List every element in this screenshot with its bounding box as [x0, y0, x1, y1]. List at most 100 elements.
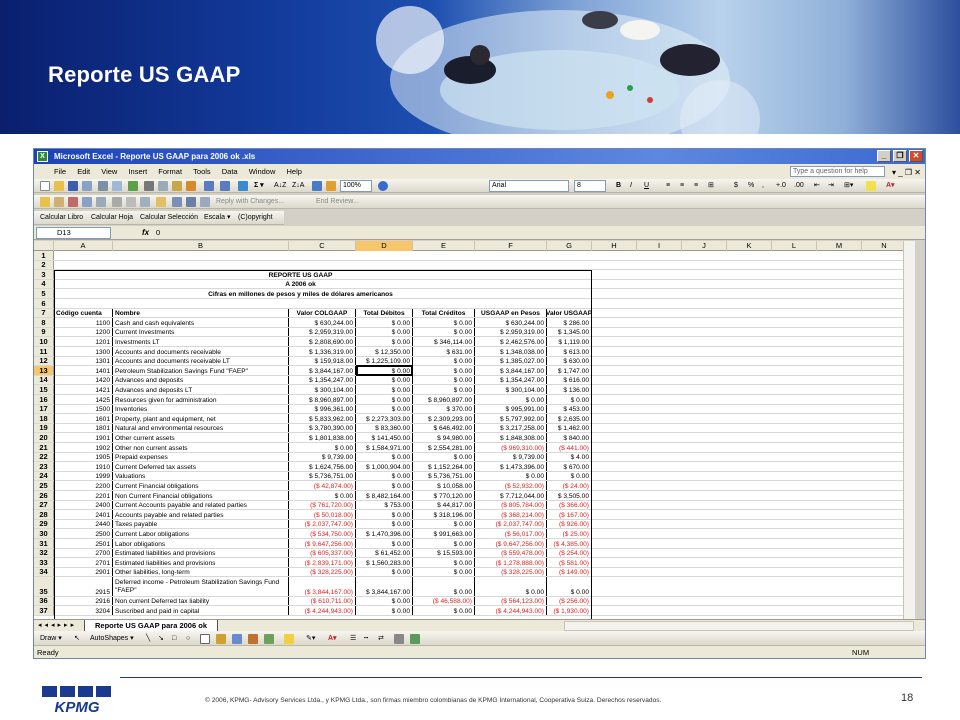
percent-button[interactable]: % [748, 179, 754, 193]
column-header[interactable]: M [817, 241, 862, 251]
table-cell[interactable]: 1801 [54, 423, 113, 433]
dash-style-icon[interactable]: ┅ [364, 631, 368, 646]
row-header[interactable]: 12 [34, 356, 54, 366]
spreadsheet-grid[interactable]: ABCDEFGHIJKLMN 1 2 3 REPORTE US GAAP 4 A 2006… [34, 241, 915, 619]
table-cell[interactable]: ($ 4,244,943.00) [475, 606, 547, 615]
italic-button[interactable]: I [630, 179, 632, 193]
column-header[interactable]: C [289, 241, 356, 251]
row-header[interactable]: 24 [34, 471, 54, 481]
table-cell[interactable]: Inventories [113, 404, 289, 414]
table-cell[interactable]: ($ 581.00) [547, 558, 592, 567]
menu-window[interactable]: Window [249, 164, 276, 179]
row-header[interactable]: 32 [34, 548, 54, 558]
review-icon[interactable] [200, 197, 210, 207]
table-cell[interactable]: 1425 [54, 395, 113, 404]
table-cell[interactable]: $ 1,624,756.00 [289, 462, 356, 471]
table-cell[interactable]: $ 9,739.00 [475, 452, 547, 462]
table-cell[interactable]: $ 1,000,904.00 [356, 462, 413, 471]
folder-icon[interactable] [40, 197, 50, 207]
table-cell[interactable]: $ 8,960,897.00 [289, 395, 356, 404]
name-box[interactable]: D13 [36, 227, 111, 239]
textbox-icon[interactable] [200, 634, 210, 644]
column-header[interactable]: G [547, 241, 592, 251]
table-cell[interactable]: $ 991,663.00 [413, 529, 475, 538]
table-cell[interactable]: Taxes payable [113, 519, 289, 529]
oval-icon[interactable]: ○ [186, 631, 190, 646]
chart-wizard-icon[interactable] [312, 181, 322, 191]
fill-color-icon[interactable] [866, 181, 876, 191]
track-icon[interactable] [68, 197, 78, 207]
table-cell[interactable]: $ 5,736,751.00 [289, 471, 356, 481]
comma-button[interactable]: , [762, 179, 764, 193]
table-cell[interactable]: $ 616.00 [547, 375, 592, 385]
table-cell[interactable]: $ 0.00 [356, 519, 413, 529]
row-header[interactable]: 23 [34, 462, 54, 471]
table-cell[interactable]: Investments LT [113, 337, 289, 346]
row-header[interactable]: 34 [34, 567, 54, 577]
table-cell[interactable]: $ 2,309,293.00 [413, 414, 475, 423]
row-header[interactable]: 30 [34, 529, 54, 538]
permission-icon[interactable] [82, 181, 92, 191]
table-cell[interactable]: ($ 149.00) [547, 567, 592, 577]
table-cell[interactable]: Suscribed and paid in capital [113, 606, 289, 615]
bold-button[interactable]: B [616, 179, 621, 193]
table-cell[interactable]: Advances and deposits [113, 375, 289, 385]
row-header[interactable]: 17 [34, 404, 54, 414]
fx-icon[interactable]: fx [142, 226, 149, 240]
table-cell[interactable]: 1420 [54, 375, 113, 385]
column-header[interactable]: A [54, 241, 113, 251]
table-cell[interactable]: ($ 42,874.00) [289, 481, 356, 490]
table-cell[interactable]: $ 15,593.00 [413, 548, 475, 558]
table-cell[interactable]: $ 613.00 [547, 347, 592, 356]
spelling-icon[interactable] [128, 181, 138, 191]
table-cell[interactable]: ($ 254.00) [547, 548, 592, 558]
table-cell[interactable]: 1301 [54, 356, 113, 366]
table-cell[interactable]: 2400 [54, 500, 113, 510]
horizontal-scrollbar[interactable] [564, 621, 914, 631]
table-cell[interactable]: ($ 4,385.00) [547, 539, 592, 548]
line-icon[interactable]: ╲ [146, 631, 150, 646]
arrow-style-icon[interactable]: ⇄ [378, 631, 384, 646]
table-cell[interactable]: $ 5,736,751.00 [413, 471, 475, 481]
print-icon[interactable] [98, 181, 108, 191]
rectangle-icon[interactable]: □ [172, 631, 176, 646]
align-left-icon[interactable]: ≡ [666, 179, 670, 193]
table-cell[interactable]: ($ 25.00) [547, 529, 592, 538]
table-cell[interactable]: Total Créditos [413, 308, 475, 318]
row-header[interactable]: 7 [34, 308, 54, 318]
table-cell[interactable]: ($ 564,123.00) [475, 596, 547, 606]
hyperlink-icon[interactable] [238, 181, 248, 191]
table-cell[interactable]: $ 1,560,283.00 [356, 558, 413, 567]
menu-view[interactable]: View [101, 164, 117, 179]
table-cell[interactable]: Current Financial obligations [113, 481, 289, 490]
row-header[interactable]: 26 [34, 491, 54, 500]
draw-menu[interactable]: Draw ▾ [40, 631, 62, 646]
table-cell[interactable]: 2440 [54, 519, 113, 529]
row-header[interactable]: 8 [34, 318, 54, 327]
table-cell[interactable]: ($ 2,037,747.00) [475, 519, 547, 529]
table-cell[interactable]: $ 631.00 [413, 347, 475, 356]
table-cell[interactable]: $ 8,960,897.00 [413, 395, 475, 404]
row-header[interactable]: 18 [34, 414, 54, 423]
table-cell[interactable]: $ 0.00 [547, 577, 592, 596]
table-cell[interactable]: $ 1,801,838.00 [289, 433, 356, 442]
table-cell[interactable]: ($ 50,018.00) [289, 510, 356, 519]
table-cell[interactable]: $ 0.00 [356, 567, 413, 577]
row-header[interactable]: 10 [34, 337, 54, 346]
table-cell[interactable]: $ 3,780,390.00 [289, 423, 356, 433]
table-cell[interactable]: $ 0.00 [413, 567, 475, 577]
table-cell[interactable]: 1901 [54, 433, 113, 442]
table-cell[interactable]: $ 630,244.00 [289, 318, 356, 327]
table-cell[interactable]: $ 318,196.00 [413, 510, 475, 519]
font-size-select[interactable]: 8 [574, 180, 606, 192]
table-cell[interactable]: $ 0.00 [356, 404, 413, 414]
table-cell[interactable]: Cash and cash equivalents [113, 318, 289, 327]
align-right-icon[interactable]: ≡ [694, 179, 698, 193]
wordart-icon[interactable] [216, 634, 226, 644]
format-painter-icon[interactable] [186, 181, 196, 191]
table-cell[interactable]: $ 996,361.00 [289, 404, 356, 414]
arrow-icon[interactable]: ↘ [158, 631, 164, 646]
row-header[interactable]: 20 [34, 433, 54, 442]
autoshapes-menu[interactable]: AutoShapes ▾ [90, 631, 134, 646]
table-cell[interactable]: 2700 [54, 548, 113, 558]
